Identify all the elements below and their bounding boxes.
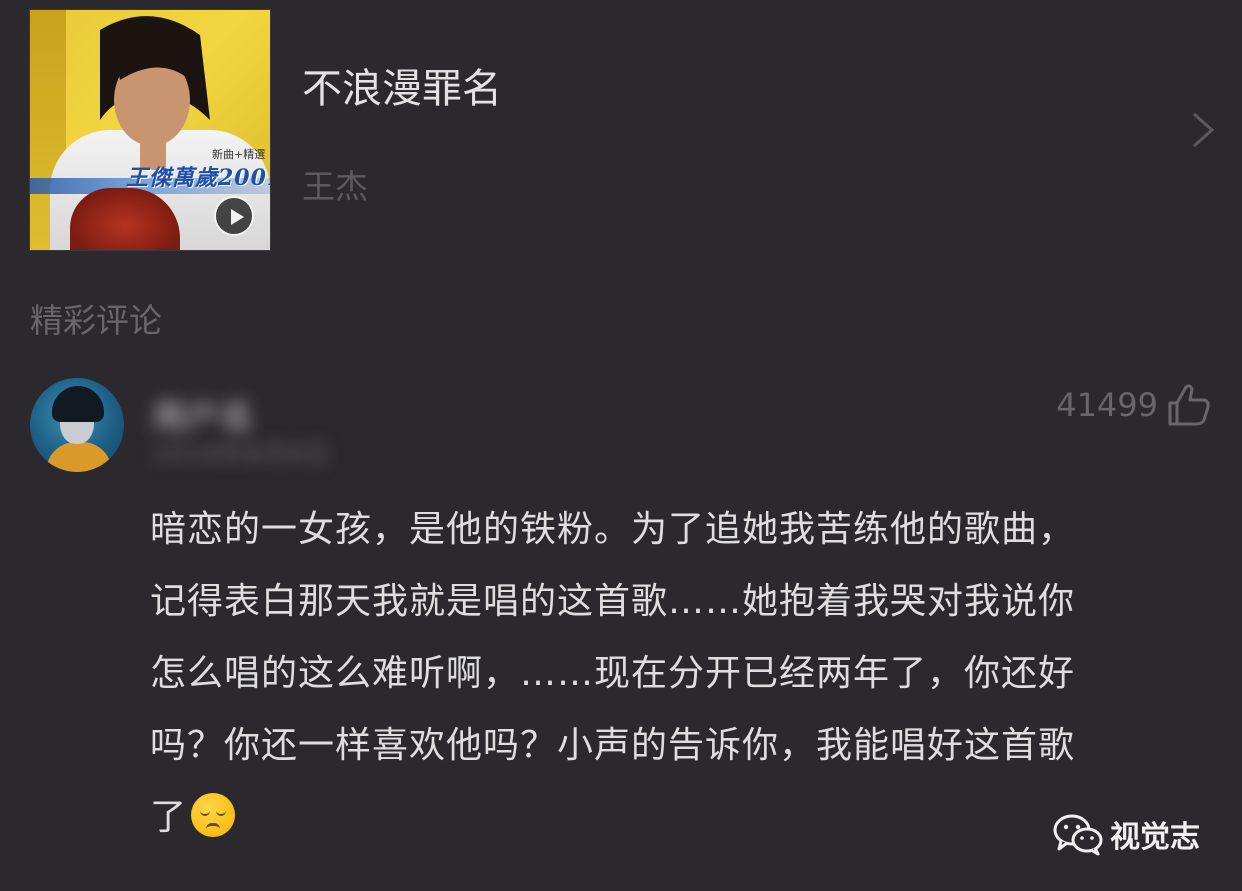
username[interactable]: 用户名 — [152, 390, 254, 439]
thumbs-up-icon[interactable] — [1166, 383, 1212, 427]
comment-text: 暗恋的一女孩，是他的铁粉。为了追她我苦练他的歌曲， 记得表白那天我就是唱的这首歌… — [150, 494, 1214, 854]
comment-line: 暗恋的一女孩，是他的铁粉。为了追她我苦练他的歌曲， — [150, 509, 1076, 550]
avatar[interactable] — [30, 378, 124, 472]
comment-line: 怎么唱的这么难听啊，……现在分开已经两年了，你还好 — [150, 653, 1076, 694]
album-cover[interactable]: 新曲+精選 王傑萬歲2001 — [30, 10, 270, 250]
cover-title: 王傑萬歲2001 — [126, 165, 270, 191]
comment-line: 吗？你还一样喜欢他吗？小声的告诉你，我能唱好这首歌 — [150, 725, 1076, 766]
avatar-body — [46, 442, 112, 472]
song-title: 不浪漫罪名 — [302, 66, 502, 112]
play-button[interactable] — [214, 196, 254, 236]
comment-date: 2019年8月8日 — [152, 434, 329, 471]
song-card[interactable]: 新曲+精選 王傑萬歲2001 不浪漫罪名 王杰 — [0, 0, 1242, 270]
wechat-icon — [1053, 814, 1103, 856]
watermark-text: 视觉志 — [1110, 820, 1200, 855]
chevron-right-icon[interactable] — [1186, 112, 1218, 148]
watermark: 视觉志 — [1052, 812, 1200, 856]
comment-date-text: 2019年8月8日 — [152, 440, 330, 470]
comment-line: 记得表白那天我就是唱的这首歌……她抱着我哭对我说你 — [150, 581, 1076, 622]
comment-line-text: 了 — [150, 797, 188, 838]
song-artist[interactable]: 王杰 — [302, 160, 368, 208]
avatar-hair — [52, 386, 104, 422]
like-count: 41499 — [1056, 386, 1158, 424]
screenshot-page: 新曲+精選 王傑萬歲2001 不浪漫罪名 王杰 精彩评论 用户名 2019年8月… — [0, 0, 1242, 891]
emoji-eye — [216, 811, 227, 816]
like-button[interactable]: 41499 — [1056, 380, 1212, 430]
section-title: 精彩评论 — [30, 301, 162, 340]
pensive-face-icon — [191, 793, 236, 837]
